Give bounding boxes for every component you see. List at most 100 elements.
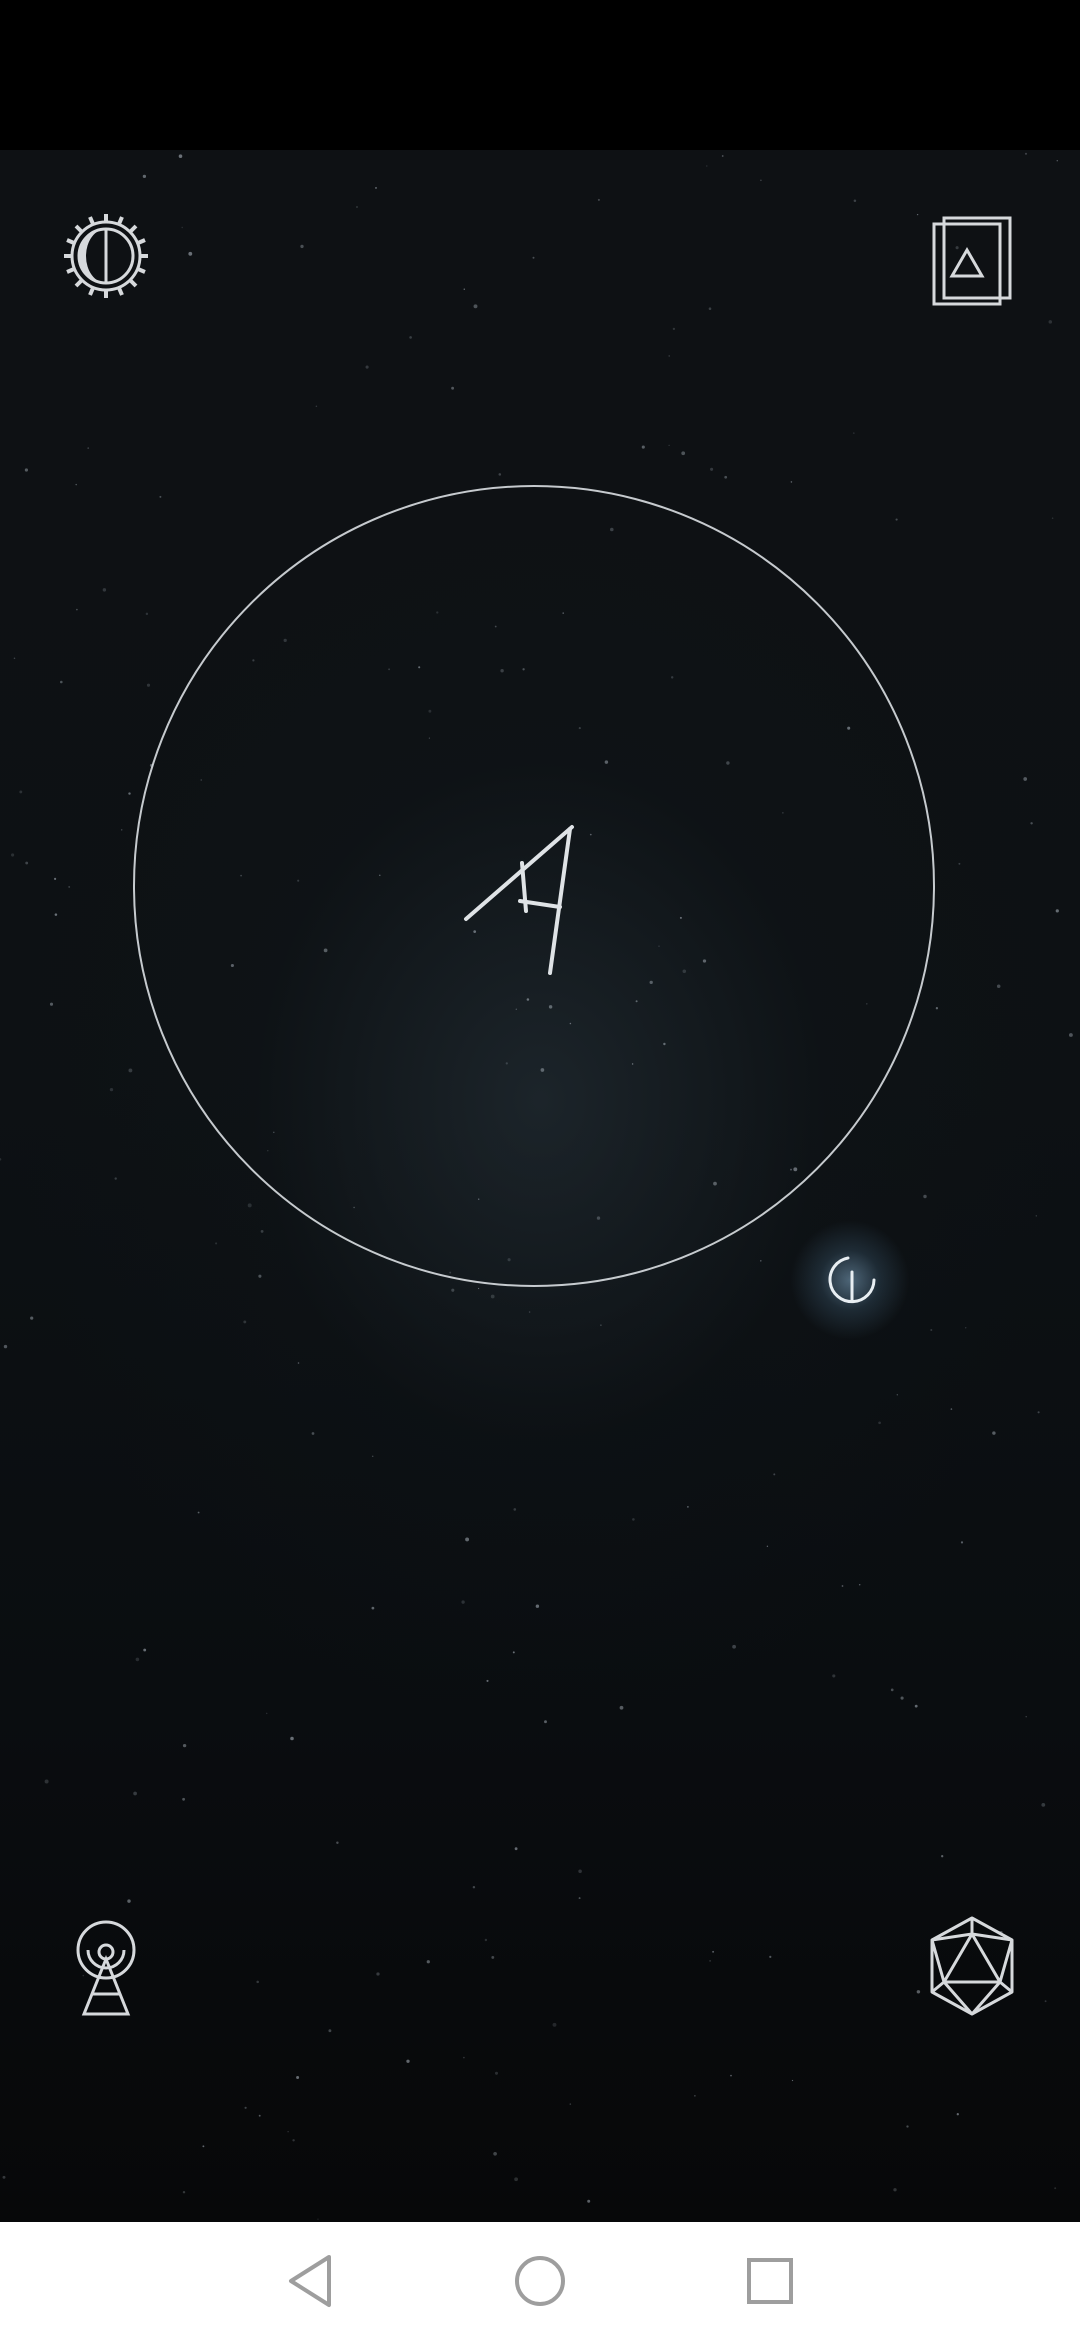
star-dot [243,1320,247,1324]
star-dot [895,518,898,521]
recents-button[interactable] [730,2241,810,2321]
star-dot [724,475,728,479]
star-dot [247,1203,252,1208]
star-dot [49,1002,54,1006]
polyhedron-button[interactable] [912,1907,1032,2027]
gear-moon-icon [64,214,148,298]
star-dot [514,1847,518,1851]
back-triangle-icon [289,2255,331,2307]
star-dot [578,1869,582,1874]
star-dot [128,792,131,795]
star-dot [941,1855,944,1858]
star-dot [964,1327,967,1329]
star-dot [426,1960,430,1964]
star-dot [146,683,151,687]
star-dot [133,1791,137,1796]
star-dot [102,588,107,592]
star-dot [76,608,78,611]
star-dot [896,1394,898,1396]
antenna-tower-icon [76,1920,136,2016]
star-dot [514,2177,518,2182]
icosahedron-icon [930,1916,1014,2016]
star-dot [44,1779,49,1784]
star-dot [513,1508,517,1511]
settings-button[interactable] [46,196,166,316]
star-dot [465,1537,470,1542]
star-dot [893,2188,897,2192]
cards-button[interactable] [912,196,1032,316]
star-dot [1025,1715,1027,1718]
star-dot [992,1431,996,1435]
star-dot [60,680,63,684]
star-dot [300,244,304,249]
star-dot [853,199,857,203]
star-dot [730,2074,732,2077]
star-dot [484,1938,488,1942]
star-dot [356,206,358,208]
star-dot [1055,909,1059,913]
star-dot [197,1511,200,1514]
star-dot [486,1679,489,1682]
star-dot [120,829,123,831]
star-dot [493,2151,497,2156]
star-dot [328,2029,332,2033]
star-dot [535,1604,540,1608]
star-dot [461,1600,465,1604]
star-dot [258,2114,261,2117]
star-dot [569,2103,572,2105]
star-dot [127,1899,131,1903]
star-dot [317,2218,319,2220]
star-dot [145,612,149,616]
star-dot [769,1955,772,1958]
star-dot [528,1311,531,1313]
star-dot [188,251,193,256]
star-dot [371,1455,374,1458]
star-dot [477,1287,480,1290]
star-dot [490,1294,495,1299]
glow-orb[interactable] [790,1220,910,1340]
star-dot [600,1324,602,1326]
star-dot [494,2071,499,2075]
star-dot [365,365,369,369]
star-dot [668,355,670,357]
star-dot [215,1242,218,1245]
star-dot [632,1518,635,1521]
star-dot [181,226,183,229]
star-dot [297,1362,300,1364]
star-dot [311,1432,315,1435]
star-dot [878,1421,881,1425]
star-dot [512,1651,515,1654]
star-dot [19,790,23,794]
star-dot [1054,2187,1057,2190]
star-dot [791,2079,794,2082]
star-dot [1037,1411,1040,1414]
star-dot [498,473,502,476]
home-button[interactable] [500,2241,580,2321]
star-dot [54,913,58,916]
star-dot [463,288,466,290]
star-dot [760,1260,762,1262]
star-dot [114,1177,117,1180]
star-dot [265,1712,268,1715]
star-dot [30,1316,34,1320]
star-dot [687,1506,689,1508]
star-dot [473,304,478,309]
star-dot [109,1087,114,1092]
star-dot [182,2190,186,2194]
star-dot [890,1688,894,1692]
star-dot [694,2095,696,2097]
star-dot [706,165,708,167]
star-dot [292,2139,295,2142]
navigation-bar [0,2222,1080,2340]
star-dot [587,2199,591,2203]
star-dot [578,1897,581,1900]
star-dot [24,468,28,472]
back-button[interactable] [270,2241,350,2321]
rune-glyph-icon [464,825,574,975]
star-dot [256,1980,259,1984]
broadcast-button[interactable] [46,1907,166,2027]
star-dot [25,861,29,865]
star-dot [950,1408,953,1410]
star-dot [87,447,90,449]
star-dot [75,483,77,486]
